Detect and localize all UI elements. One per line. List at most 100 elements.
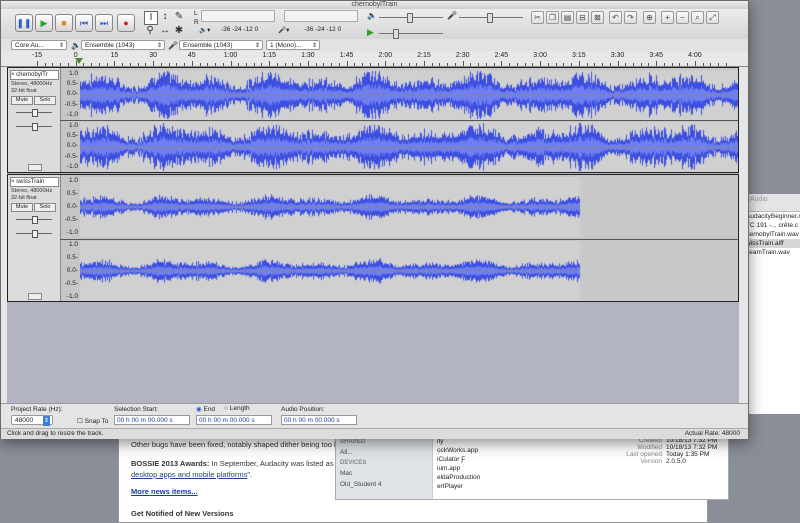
scale-label: -0.5- [64, 101, 78, 108]
scale-label: 0.5- [66, 132, 78, 139]
mute-button[interactable]: Mute [11, 203, 33, 212]
paste-icon[interactable]: ▤ [561, 11, 574, 24]
redo-icon[interactable]: ↷ [624, 11, 637, 24]
finder-row[interactable]: hernobylTrain.wav [743, 230, 800, 239]
output-volume-icon: 🔈 [367, 11, 377, 20]
chevron-down-icon: ⇕ [254, 43, 260, 49]
play-meter[interactable] [284, 10, 358, 22]
finder-item[interactable]: ertPlayer [433, 482, 511, 491]
ruler-tick [393, 63, 395, 66]
record-button[interactable]: ● [117, 14, 135, 32]
copy-icon[interactable]: ❐ [546, 11, 559, 24]
mute-button[interactable]: Mute [11, 96, 33, 105]
sidebar-item-all[interactable]: All... [336, 447, 432, 458]
scale-label: -0.5- [64, 153, 78, 160]
finder-item[interactable]: ium.app [433, 464, 511, 473]
fit-selection-icon[interactable]: ⌕ [691, 11, 704, 24]
zoom-tool-icon[interactable]: ⚲ [144, 25, 156, 37]
stop-button[interactable]: ■ [55, 14, 73, 32]
gain-slider[interactable] [16, 109, 52, 117]
pan-slider[interactable] [16, 230, 52, 238]
record-meter[interactable] [201, 10, 275, 22]
finder-item[interactable]: iCulator Ƒ [433, 455, 511, 464]
play-button[interactable]: ▶ [35, 14, 53, 32]
collapse-track-button[interactable] [28, 164, 42, 171]
draw-tool-icon[interactable]: ✎ [173, 11, 185, 23]
audio-position-field[interactable]: 00 h 00 m 00.000 s [281, 415, 357, 425]
ruler-tick-label: 3:30 [610, 52, 625, 59]
pause-button[interactable]: ❚❚ [15, 14, 33, 32]
finder-row-selected[interactable]: wissTrain.aiff [743, 239, 800, 248]
track-name-menu[interactable]: × swissTrain [10, 177, 59, 187]
vertical-scale[interactable]: 1.0 0.5- 0.0- -0.5- -1.0 [60, 122, 80, 172]
play-volume-icon[interactable]: 🔈▾ [199, 26, 210, 34]
info-value: 10/18/13 7:32 PM [666, 444, 718, 451]
sync-lock-icon[interactable]: ⊕ [643, 11, 656, 24]
length-radio[interactable]: ○ Length [224, 405, 250, 412]
finder-item[interactable]: ockWorks.app [433, 446, 511, 455]
play-at-speed-icon[interactable]: ▶ [367, 27, 374, 38]
undo-icon[interactable]: ↶ [609, 11, 622, 24]
ruler-tick-label: 3:45 [649, 52, 663, 59]
track-chernobyl[interactable]: × chernobylTr Stereo, 48000Hz 32-bit flo… [7, 67, 739, 173]
scale-label: -1.0 [66, 229, 78, 236]
solo-button[interactable]: Solo [34, 96, 56, 105]
window-title[interactable]: chernobylTrain [1, 1, 748, 9]
track-format: Stereo, 48000Hz [11, 81, 53, 87]
sidebar-item-mac[interactable]: Mac [336, 468, 432, 479]
vertical-scale[interactable]: 1.0 0.5- 0.0- -0.5- -1.0 [60, 241, 80, 301]
waveform-left[interactable] [80, 177, 738, 237]
record-mic-icon[interactable]: 🎤▾ [278, 26, 289, 34]
ruler-tick-label: 3:15 [571, 52, 586, 59]
track-control-panel[interactable]: × chernobylTr Stereo, 48000Hz 32-bit flo… [8, 68, 61, 172]
bossie-link[interactable]: desktop apps and mobile platforms [131, 470, 247, 479]
silence-icon[interactable]: ⊠ [591, 11, 604, 24]
solo-button[interactable]: Solo [34, 203, 56, 212]
trim-icon[interactable]: ⊟ [576, 11, 589, 24]
envelope-tool-icon[interactable]: ↕ [159, 11, 171, 23]
track-area[interactable]: × chernobylTr Stereo, 48000Hz 32-bit flo… [7, 67, 739, 403]
track-name-menu[interactable]: × chernobylTr [10, 70, 59, 80]
zoom-out-icon[interactable]: − [676, 11, 689, 24]
output-volume-slider[interactable] [379, 13, 443, 23]
finder-row[interactable]: AudacityBeginner.m [743, 212, 800, 221]
finder-item[interactable]: eldaProduction [433, 473, 511, 482]
input-device-select[interactable]: Ensemble (1043) ⇕ [179, 40, 263, 50]
input-volume-slider[interactable] [459, 13, 523, 23]
waveform-left[interactable] [80, 70, 738, 120]
skip-start-button[interactable]: ⏮ [75, 14, 93, 32]
waveform-right[interactable] [80, 122, 738, 172]
output-device-select[interactable]: Ensemble (1043) ⇕ [81, 40, 165, 50]
project-rate-select[interactable]: 48000 ⇕ [11, 415, 53, 426]
finder-row[interactable]: ceamTrain.wav [743, 248, 800, 257]
cut-icon[interactable]: ✂ [531, 11, 544, 24]
finder-row[interactable]: TC 191 -... crête.c [743, 221, 800, 230]
vertical-scale[interactable]: 1.0 0.5- 0.0- -0.5- -1.0 [60, 70, 80, 120]
skip-end-button[interactable]: ⏭ [95, 14, 113, 32]
playhead-marker-icon[interactable] [75, 58, 83, 64]
track-control-panel[interactable]: × swissTrain Stereo, 48000Hz 32-bit floa… [8, 175, 61, 301]
selection-tool-icon[interactable]: I [144, 11, 158, 25]
timeshift-tool-icon[interactable]: ↔ [159, 25, 171, 37]
more-news-link[interactable]: More news items... [131, 487, 198, 496]
track-swisstrain[interactable]: × swissTrain Stereo, 48000Hz 32-bit floa… [7, 174, 739, 302]
zoom-in-icon[interactable]: + [661, 11, 674, 24]
selection-end-field[interactable]: 00 h 00 m 00.000 s [196, 415, 272, 425]
snap-to-checkbox[interactable]: ☐ Snap To [77, 417, 108, 425]
selection-start-field[interactable]: 00 h 00 m 00.000 s [114, 415, 190, 425]
channels-select[interactable]: 1 (Mono)... ⇕ [266, 40, 320, 50]
pan-slider[interactable] [16, 123, 52, 131]
collapse-track-button[interactable] [28, 293, 42, 300]
waveform-right[interactable] [80, 241, 738, 301]
vertical-scale[interactable]: 1.0 0.5- 0.0- -0.5- -1.0 [60, 177, 80, 237]
sidebar-item-old-student[interactable]: Old_Student 4 [336, 479, 432, 490]
fit-project-icon[interactable]: ⤢ [706, 11, 719, 24]
end-radio[interactable]: ◉ End [196, 405, 215, 413]
play-speed-slider[interactable] [379, 29, 443, 39]
audio-host-select[interactable]: Core Au... ⇕ [11, 40, 67, 50]
timeline-ruler[interactable]: -15 0 15 30 45 1:00 1:15 1:30 1:45 2:00 2:15 2:30 2:… [1, 51, 748, 67]
ruler-tick [555, 63, 557, 66]
speaker-icon: 🔈 [71, 41, 81, 50]
multi-tool-icon[interactable]: ✱ [173, 25, 185, 37]
gain-slider[interactable] [16, 216, 52, 224]
